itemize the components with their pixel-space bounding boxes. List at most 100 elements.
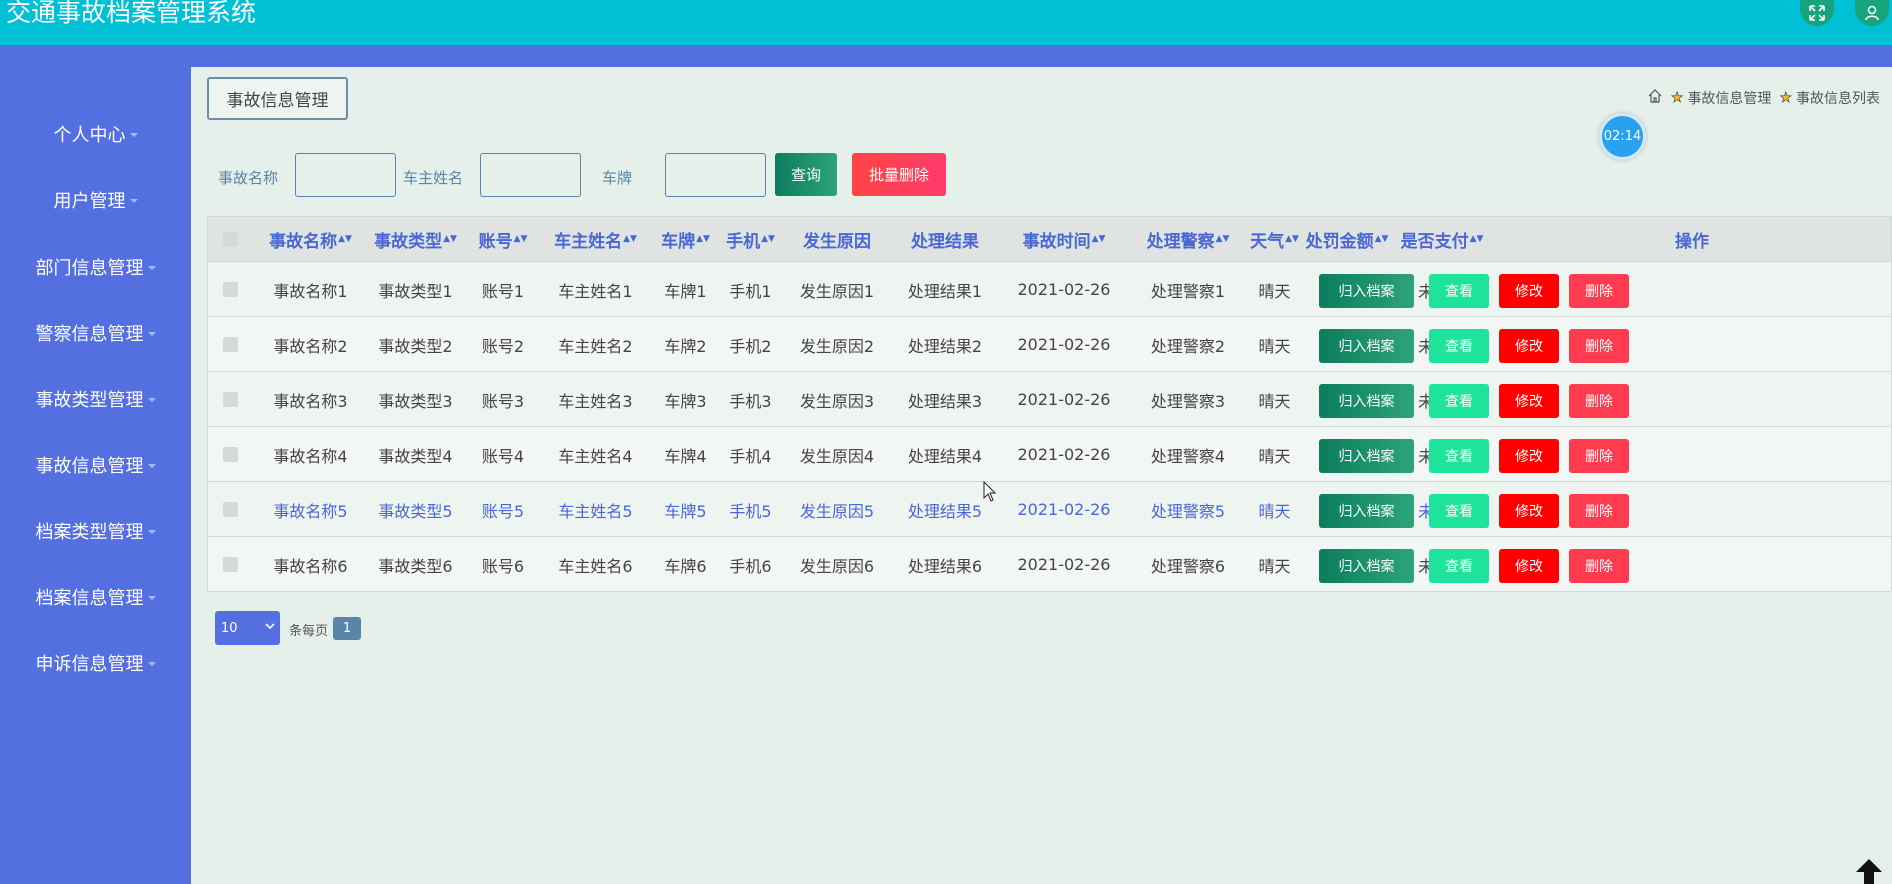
caret-down-icon (129, 133, 138, 137)
accident-name-input[interactable] (295, 153, 396, 197)
archive-button[interactable]: 归入档案 (1319, 329, 1414, 363)
app-title: 交通事故档案管理系统 (6, 0, 257, 27)
column-header[interactable]: 处罚金额 ▲▼ (1302, 217, 1392, 262)
column-header[interactable]: 账号 ▲▼ (468, 217, 538, 262)
table-cell: 处理结果1 (907, 281, 983, 301)
table-cell: 手机5 (729, 501, 772, 521)
column-header[interactable]: 车牌 ▲▼ (653, 217, 718, 262)
table-cell: 事故类型5 (378, 501, 453, 521)
view-button[interactable]: 查看 (1429, 329, 1489, 363)
header-label: 处理警察 (1146, 232, 1215, 252)
view-button[interactable]: 查看 (1429, 274, 1489, 308)
delete-button[interactable]: 删除 (1569, 549, 1629, 583)
search-label-accident-name: 事故名称 (218, 169, 279, 187)
row-checkbox[interactable] (223, 392, 238, 407)
edit-button[interactable]: 修改 (1499, 384, 1559, 418)
edit-button[interactable]: 修改 (1499, 549, 1559, 583)
table-row[interactable]: 事故名称5 事故类型5 账号5 车主姓名5 车牌5 手机5 发生原因5 处理结果5 2021-0… (208, 482, 1891, 537)
view-button[interactable]: 查看 (1429, 494, 1489, 528)
header-label: 操作 (1675, 232, 1709, 252)
column-header[interactable]: 手机 ▲▼ (718, 217, 783, 262)
table-cell: 晴天 (1258, 501, 1291, 521)
archive-button[interactable]: 归入档案 (1319, 494, 1414, 528)
view-button[interactable]: 查看 (1429, 384, 1489, 418)
sidebar-item-label: 警察信息管理 (35, 324, 144, 345)
delete-button[interactable]: 删除 (1569, 274, 1629, 308)
archive-button[interactable]: 归入档案 (1319, 274, 1414, 308)
sidebar-item-accident-info-management[interactable]: 事故信息管理 (0, 445, 191, 485)
sidebar-item-department-management[interactable]: 部门信息管理 (0, 247, 191, 287)
edit-button[interactable]: 修改 (1499, 274, 1559, 308)
select-all-checkbox[interactable] (223, 232, 238, 247)
table-row[interactable]: 事故名称2 事故类型2 账号2 车主姓名2 车牌2 手机2 发生原因2 处理结果2 2021-0… (208, 317, 1891, 372)
scroll-to-top-icon[interactable] (1852, 856, 1886, 884)
table-cell: 账号1 (481, 281, 525, 301)
header-label: 车主姓名 (554, 232, 623, 252)
table-row[interactable]: 事故名称6 事故类型6 账号6 车主姓名6 车牌6 手机6 发生原因6 处理结果6 2021-0… (208, 537, 1891, 592)
page-number-button[interactable]: 1 (333, 617, 361, 640)
sidebar-item-appeal-management[interactable]: 申诉信息管理 (0, 643, 191, 683)
column-header[interactable]: 事故时间 ▲▼ (999, 217, 1129, 262)
chevron-down-icon (265, 623, 275, 630)
row-checkbox[interactable] (223, 282, 238, 297)
table-row[interactable]: 事故名称4 事故类型4 账号4 车主姓名4 车牌4 手机4 发生原因4 处理结果4 2021-0… (208, 427, 1891, 482)
owner-name-input[interactable] (480, 153, 581, 197)
table-cell: 晴天 (1258, 336, 1291, 356)
table-cell: 事故名称3 (273, 391, 348, 411)
table-cell: 车主姓名6 (558, 556, 633, 576)
column-header[interactable]: 天气 ▲▼ (1247, 217, 1302, 262)
delete-button[interactable]: 删除 (1569, 384, 1629, 418)
archive-button[interactable]: 归入档案 (1319, 384, 1414, 418)
sidebar-item-archive-type-management[interactable]: 档案类型管理 (0, 511, 191, 551)
archive-button[interactable]: 归入档案 (1319, 549, 1414, 583)
table-cell: 晴天 (1258, 391, 1291, 411)
header-label: 是否支付 (1400, 232, 1469, 252)
edit-button[interactable]: 修改 (1499, 329, 1559, 363)
view-button[interactable]: 查看 (1429, 549, 1489, 583)
row-checkbox[interactable] (223, 447, 238, 462)
top-bar: 交通事故档案管理系统 (0, 0, 1892, 45)
page-size-select[interactable]: 10 (215, 611, 280, 645)
sidebar-item-archive-info-management[interactable]: 档案信息管理 (0, 577, 191, 617)
row-checkbox[interactable] (223, 337, 238, 352)
archive-button[interactable]: 归入档案 (1319, 439, 1414, 473)
column-header[interactable]: 处理警察 ▲▼ (1129, 217, 1247, 262)
table-cell: 手机6 (729, 556, 772, 576)
table-header: 事故名称 ▲▼ 事故类型 ▲▼ 账号 ▲▼ 车主姓名 ▲▼ 车牌 ▲▼ 手机 ▲▼ 发生原因… (208, 217, 1891, 262)
table-cell: 手机2 (729, 336, 772, 356)
column-header[interactable]: 事故类型 ▲▼ (363, 217, 468, 262)
view-button[interactable]: 查看 (1429, 439, 1489, 473)
delete-button[interactable]: 删除 (1569, 439, 1629, 473)
sidebar-item-police-management[interactable]: 警察信息管理 (0, 313, 191, 353)
table-row[interactable]: 事故名称3 事故类型3 账号3 车主姓名3 车牌3 手机3 发生原因3 处理结果3 2021-0… (208, 372, 1891, 427)
edit-button[interactable]: 修改 (1499, 439, 1559, 473)
batch-delete-button[interactable]: 批量删除 (852, 153, 946, 196)
column-header[interactable]: 车主姓名 ▲▼ (538, 217, 653, 262)
edit-button[interactable]: 修改 (1499, 494, 1559, 528)
header-label: 处罚金额 (1305, 232, 1374, 252)
column-header[interactable]: 是否支付 ▲▼ (1392, 217, 1492, 262)
breadcrumb-item[interactable]: 事故信息管理 (1687, 88, 1771, 108)
sidebar-item-accident-type-management[interactable]: 事故类型管理 (0, 379, 191, 419)
user-icon[interactable] (1855, 0, 1889, 26)
sidebar-item-label: 部门信息管理 (35, 258, 144, 279)
query-button[interactable]: 查询 (775, 153, 837, 196)
sidebar-item-personal-center[interactable]: 个人中心 (0, 114, 191, 154)
home-icon[interactable] (1647, 88, 1663, 108)
table-cell: 事故类型4 (378, 446, 453, 466)
header-label: 发生原因 (803, 232, 871, 252)
plate-input[interactable] (665, 153, 766, 197)
table-cell: 处理结果4 (907, 446, 983, 466)
fullscreen-icon[interactable] (1800, 0, 1834, 26)
delete-button[interactable]: 删除 (1569, 329, 1629, 363)
page-tag[interactable]: 事故信息管理 (207, 77, 348, 120)
caret-down-icon (147, 332, 156, 336)
row-checkbox[interactable] (223, 502, 238, 517)
row-checkbox[interactable] (223, 557, 238, 572)
header-label: 处理结果 (911, 232, 979, 252)
sidebar-item-user-management[interactable]: 用户管理 (0, 180, 191, 220)
table-row[interactable]: 事故名称1 事故类型1 账号1 车主姓名1 车牌1 手机1 发生原因1 处理结果1 2021-0… (208, 262, 1891, 317)
caret-down-icon (147, 464, 156, 468)
column-header[interactable]: 事故名称 ▲▼ (258, 217, 363, 262)
delete-button[interactable]: 删除 (1569, 494, 1629, 528)
